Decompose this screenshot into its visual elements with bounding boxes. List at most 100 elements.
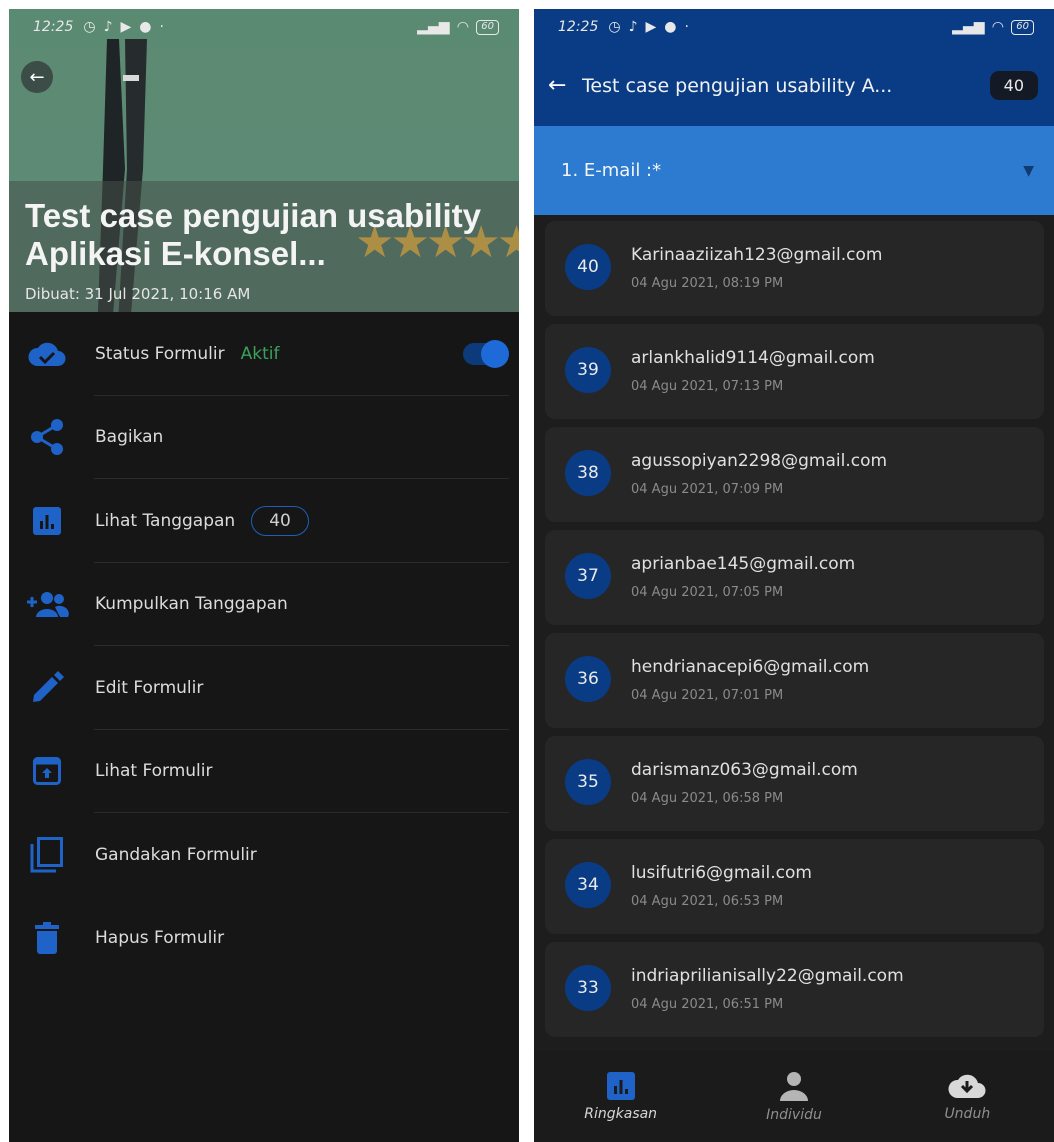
- response-date: 04 Agu 2021, 06:51 PM: [631, 997, 784, 1012]
- response-email: hendrianacepi6@gmail.com: [631, 657, 870, 677]
- responses-list: 40 Karinaaziizah123@gmail.com 04 Agu 2021,…: [545, 221, 1044, 1045]
- response-number-badge: 35: [565, 759, 611, 805]
- response-email: aprianbae145@gmail.com: [631, 554, 856, 574]
- response-date: 04 Agu 2021, 07:09 PM: [631, 482, 784, 497]
- share-icon: [25, 419, 69, 456]
- hapus-label: Hapus Formulir: [95, 928, 225, 949]
- response-card[interactable]: 33 indriaprilianisally22@gmail.com 04 Agu …: [545, 942, 1044, 1037]
- response-card[interactable]: 38 agussopiyan2298@gmail.com 04 Agu 2021, …: [545, 427, 1044, 522]
- alarm-icon: ◷: [608, 19, 621, 35]
- nav-unduh-label: Unduh: [944, 1105, 991, 1122]
- response-email: Karinaaziizah123@gmail.com: [631, 245, 883, 265]
- add-group-icon: [25, 591, 69, 618]
- response-date: 04 Agu 2021, 08:19 PM: [631, 276, 784, 291]
- response-email: arlankhalid9114@gmail.com: [631, 348, 875, 368]
- status-toggle[interactable]: [463, 340, 509, 368]
- response-date: 04 Agu 2021, 07:13 PM: [631, 379, 784, 394]
- more-dot-icon: ·: [159, 19, 164, 35]
- response-date: 04 Agu 2021, 07:01 PM: [631, 688, 784, 703]
- battery-icon: 60: [476, 19, 499, 35]
- response-email: darismanz063@gmail.com: [631, 760, 858, 780]
- response-card[interactable]: 37 aprianbae145@gmail.com 04 Agu 2021, 07:…: [545, 530, 1044, 625]
- responses-count-badge: 40: [251, 505, 309, 536]
- app-bar-title: Test case pengujian usability A...: [582, 74, 893, 97]
- gandakan-label: Gandakan Formulir: [95, 844, 257, 865]
- alarm-icon: ◷: [83, 19, 96, 35]
- person-icon: [779, 1071, 808, 1101]
- kumpulkan-tanggapan-item[interactable]: Kumpulkan Tanggapan: [9, 563, 519, 646]
- response-number-badge: 39: [565, 347, 611, 393]
- response-card[interactable]: 40 Karinaaziizah123@gmail.com 04 Agu 2021,…: [545, 221, 1044, 316]
- lihat-tanggapan-label: Lihat Tanggapan: [95, 510, 236, 531]
- edit-formulir-item[interactable]: Edit Formulir: [9, 646, 519, 730]
- response-date: 04 Agu 2021, 06:58 PM: [631, 791, 784, 806]
- nav-individu-label: Individu: [766, 1106, 822, 1123]
- status-bar: 12:25 ◷ ♪ ▶ ● · ▂▄▆ ◠ 60: [9, 9, 519, 45]
- response-number-badge: 40: [565, 244, 611, 290]
- back-arrow-icon: ←: [29, 66, 45, 88]
- nav-ringkasan[interactable]: Ringkasan: [534, 1051, 707, 1142]
- signal-icon: ▂▄▆: [952, 19, 985, 35]
- nav-unduh[interactable]: Unduh: [881, 1051, 1054, 1142]
- copy-icon: [25, 836, 69, 873]
- youtube-icon: ▶: [120, 19, 132, 35]
- form-detail-screen: ★★★★★ 12:25 ◷ ♪ ▶ ● · ▂▄▆ ◠ 60 ← Test ca…: [9, 9, 519, 1142]
- question-dropdown[interactable]: 1. E-mail :* ▼: [534, 126, 1054, 215]
- battery-icon: 60: [1011, 19, 1034, 35]
- response-number-badge: 37: [565, 553, 611, 599]
- cloud-download-icon: [948, 1074, 986, 1098]
- response-date: 04 Agu 2021, 07:05 PM: [631, 585, 784, 600]
- form-actions-menu: Status Formulir Aktif Bagikan Lihat Tang…: [9, 312, 519, 980]
- response-number-badge: 36: [565, 656, 611, 702]
- edit-formulir-label: Edit Formulir: [95, 677, 204, 698]
- clock: 12:25: [558, 19, 599, 35]
- responses-count-badge: 40: [989, 71, 1038, 100]
- response-number-badge: 34: [565, 862, 611, 908]
- response-card[interactable]: 39 arlankhalid9114@gmail.com 04 Agu 2021, …: [545, 324, 1044, 419]
- trash-icon: [25, 922, 69, 955]
- response-email: agussopiyan2298@gmail.com: [631, 451, 888, 471]
- response-email: indriaprilianisally22@gmail.com: [631, 966, 904, 986]
- bar-chart-icon: [25, 506, 69, 535]
- lihat-formulir-item[interactable]: Lihat Formulir: [9, 730, 519, 813]
- clock: 12:25: [33, 19, 74, 35]
- response-email: lusifutri6@gmail.com: [631, 863, 812, 883]
- cloud-check-icon: [25, 340, 69, 368]
- gandakan-formulir-item[interactable]: Gandakan Formulir: [9, 813, 519, 897]
- chevron-down-icon: ▼: [1023, 162, 1034, 179]
- created-date: Dibuat: 31 Jul 2021, 10:16 AM: [25, 285, 251, 303]
- pencil-icon: [25, 670, 69, 705]
- back-arrow-icon[interactable]: ←: [548, 73, 582, 98]
- tiktok-icon: ♪: [628, 19, 638, 35]
- response-number-badge: 38: [565, 450, 611, 496]
- status-formulir-item[interactable]: Status Formulir Aktif: [9, 312, 519, 396]
- nav-individu[interactable]: Individu: [707, 1051, 880, 1142]
- youtube-icon: ▶: [645, 19, 657, 35]
- question-label: 1. E-mail :*: [561, 160, 662, 181]
- response-card[interactable]: 36 hendrianacepi6@gmail.com 04 Agu 2021, 0…: [545, 633, 1044, 728]
- status-formulir-label: Status Formulir: [95, 343, 225, 364]
- back-button[interactable]: ←: [21, 61, 53, 93]
- wifi-icon: ◠: [457, 19, 469, 35]
- open-in-new-icon: [25, 757, 69, 786]
- bottom-navigation: Ringkasan Individu Unduh: [534, 1051, 1054, 1142]
- more-dot-icon: ·: [684, 19, 689, 35]
- bagikan-label: Bagikan: [95, 427, 164, 448]
- status-bar: 12:25 ◷ ♪ ▶ ● · ▂▄▆ ◠ 60: [534, 9, 1054, 45]
- bagikan-item[interactable]: Bagikan: [9, 396, 519, 479]
- response-number-badge: 33: [565, 965, 611, 1011]
- wifi-icon: ◠: [992, 19, 1004, 35]
- kumpulkan-label: Kumpulkan Tanggapan: [95, 594, 288, 615]
- responses-screen: ← Test case pengujian usability A... 40 …: [534, 9, 1054, 1142]
- lihat-tanggapan-item[interactable]: Lihat Tanggapan 40: [9, 479, 519, 563]
- nav-ringkasan-label: Ringkasan: [584, 1105, 658, 1122]
- tiktok-icon: ♪: [103, 19, 113, 35]
- bar-chart-icon: [606, 1071, 635, 1100]
- form-title: Test case pengujian usability Aplikasi E…: [25, 197, 482, 272]
- response-card[interactable]: 35 darismanz063@gmail.com 04 Agu 2021, 06:…: [545, 736, 1044, 831]
- app-notification-icon: ●: [139, 19, 152, 35]
- response-card[interactable]: 34 lusifutri6@gmail.com 04 Agu 2021, 06:53…: [545, 839, 1044, 934]
- response-date: 04 Agu 2021, 06:53 PM: [631, 894, 784, 909]
- hapus-formulir-item[interactable]: Hapus Formulir: [9, 897, 519, 981]
- signal-icon: ▂▄▆: [417, 19, 450, 35]
